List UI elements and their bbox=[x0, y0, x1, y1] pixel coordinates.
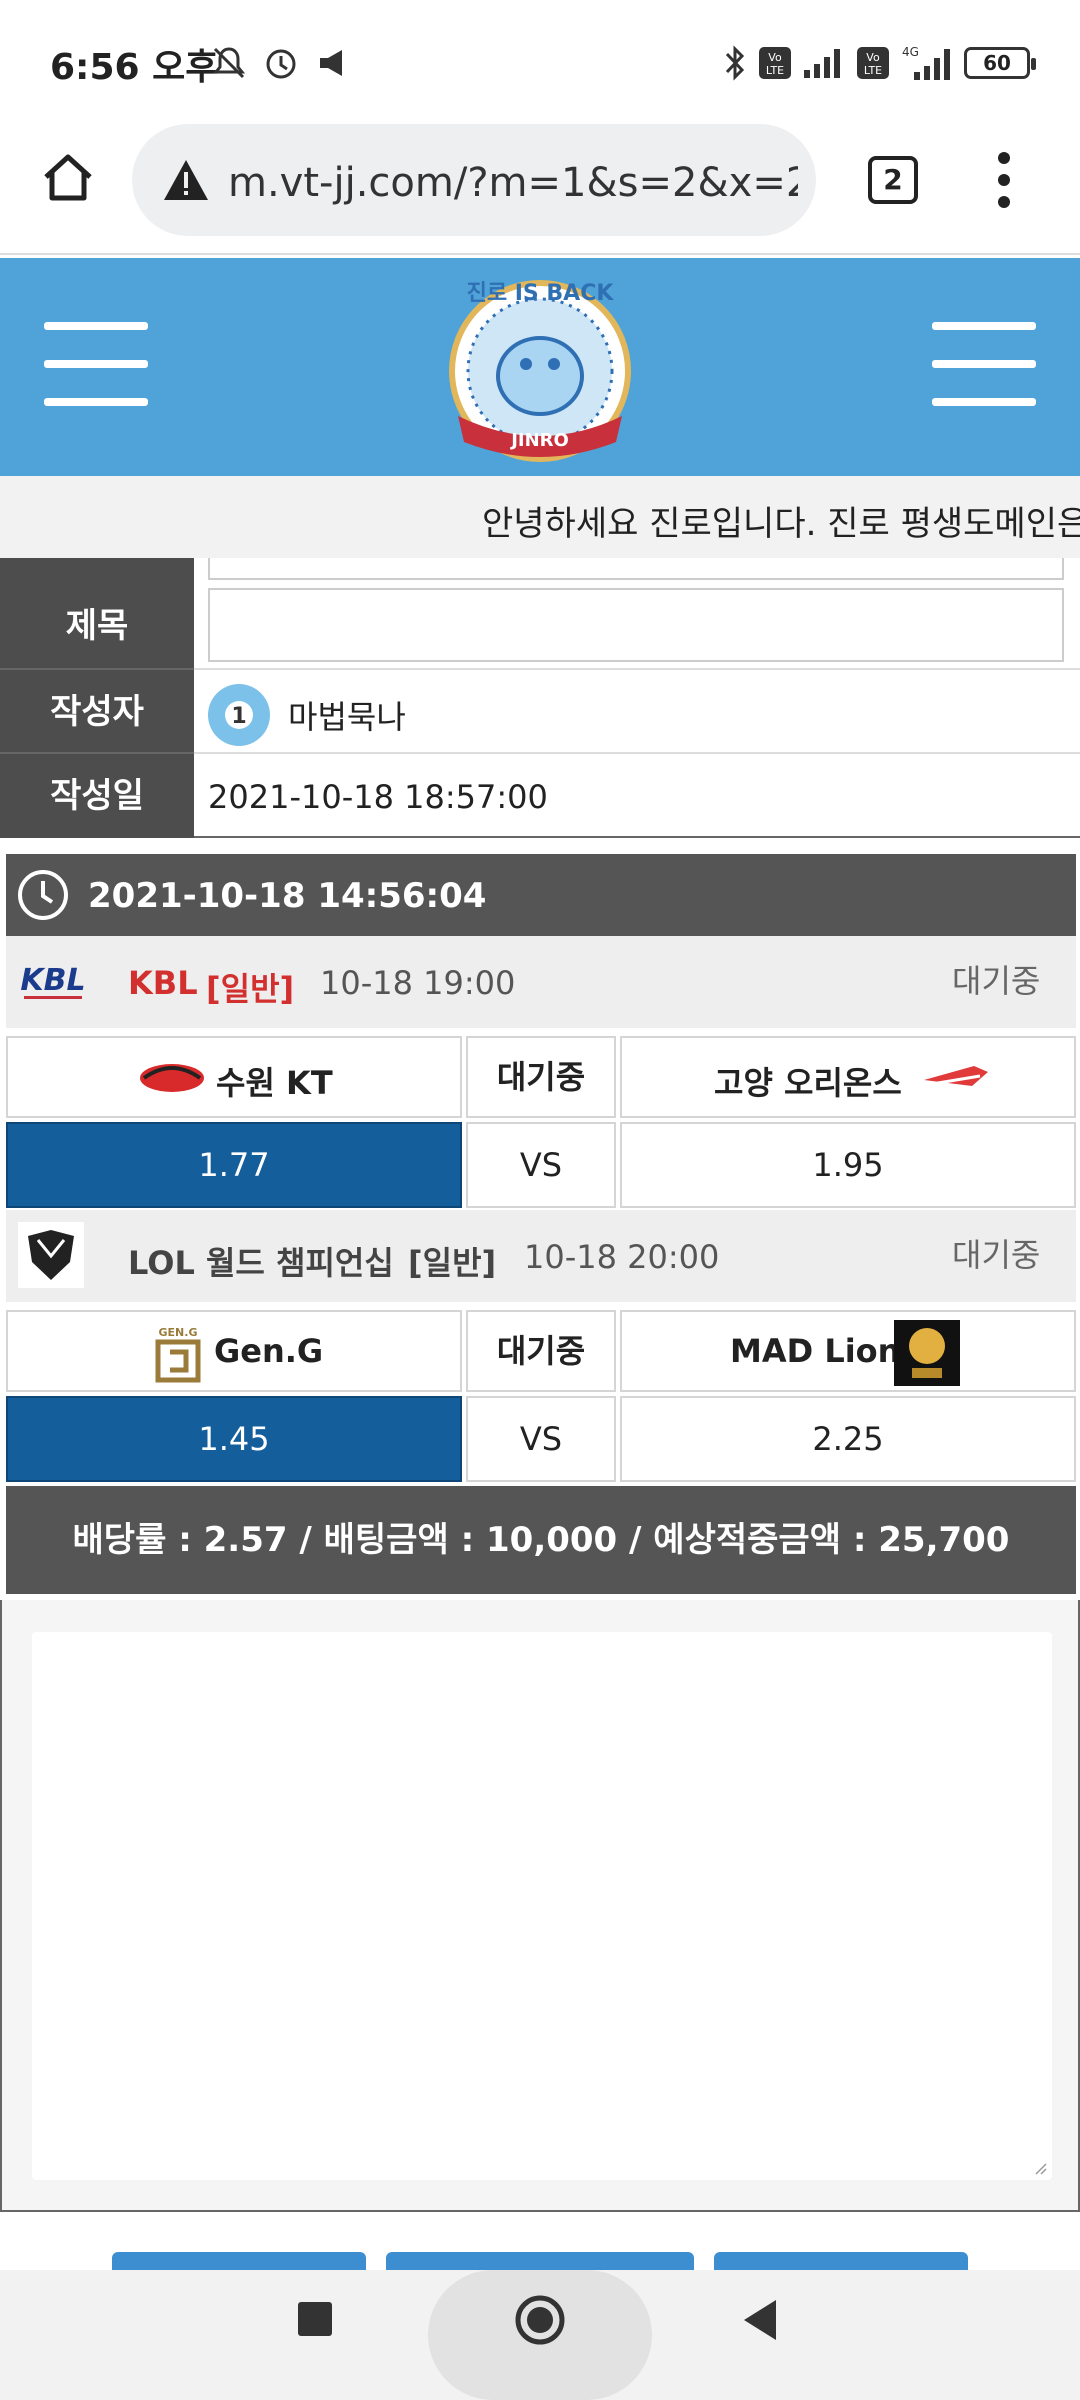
home-odds-button[interactable]: 1.45 bbox=[6, 1396, 462, 1482]
game-time: 10-18 20:00 bbox=[524, 1238, 720, 1276]
battery-level: 60 bbox=[983, 51, 1011, 75]
post-date: 2021-10-18 18:57:00 bbox=[208, 778, 548, 816]
away-team-name: MAD Lions bbox=[730, 1332, 920, 1370]
volte-icon: VoLTE bbox=[857, 47, 889, 79]
game-status: 대기중 bbox=[952, 962, 1041, 1000]
url-text: m.vt-jj.com/?m=1&s=2&x=28 bbox=[228, 160, 798, 206]
home-team-cell: 수원 KT bbox=[6, 1036, 462, 1118]
kbl-logo-text: KBL bbox=[20, 963, 85, 998]
comment-section bbox=[0, 1600, 1080, 2212]
mad-lions-logo-icon bbox=[894, 1320, 960, 1386]
middle-status-cell: 대기중 bbox=[466, 1036, 616, 1118]
address-bar[interactable]: m.vt-jj.com/?m=1&s=2&x=28 bbox=[132, 124, 816, 236]
bluetooth-icon bbox=[725, 45, 745, 81]
mute-icon bbox=[212, 47, 246, 79]
author-row: 1 마법묵나 bbox=[194, 670, 1080, 754]
suwon-kt-logo-icon bbox=[140, 1064, 204, 1092]
system-nav-bar bbox=[0, 2270, 1080, 2400]
middle-status-cell: 대기중 bbox=[466, 1310, 616, 1392]
game-header: KBL KBL [일반] 10-18 19:00 대기중 bbox=[6, 936, 1076, 1028]
action-button[interactable] bbox=[714, 2252, 968, 2270]
game-type: [일반] bbox=[408, 1244, 497, 1282]
svg-text:GEN.G: GEN.G bbox=[159, 1326, 198, 1339]
league-name: LOL 월드 챔피언십 bbox=[128, 1244, 394, 1282]
date-row: 2021-10-18 18:57:00 bbox=[194, 754, 1080, 838]
4g-signal-icon: 4G bbox=[902, 45, 950, 80]
svg-text:LTE: LTE bbox=[864, 64, 882, 77]
away-odds-button[interactable]: 1.95 bbox=[620, 1122, 1076, 1208]
signal-icon bbox=[804, 49, 840, 78]
left-menu-icon[interactable] bbox=[44, 316, 148, 408]
author-name[interactable]: 마법묵나 bbox=[288, 692, 406, 738]
action-button[interactable] bbox=[112, 2252, 366, 2270]
back-icon[interactable] bbox=[740, 2298, 780, 2342]
league-name: KBL bbox=[128, 964, 198, 1002]
home-nav-icon[interactable] bbox=[514, 2294, 566, 2346]
author-label: 작성자 bbox=[0, 670, 194, 754]
recent-apps-icon[interactable] bbox=[298, 2302, 332, 2336]
jinro-logo-icon: JINRO 진로 IS BACK bbox=[449, 280, 631, 462]
home-icon[interactable] bbox=[40, 150, 96, 206]
logo-banner-text: JINRO bbox=[509, 430, 569, 451]
away-team-name: 고양 오리온스 bbox=[714, 1064, 902, 1102]
right-menu-icon[interactable] bbox=[932, 316, 1036, 408]
alarm-icon bbox=[266, 49, 296, 79]
away-team-cell: MAD Lions bbox=[620, 1310, 1076, 1392]
home-team-cell: GEN.G Gen.G bbox=[6, 1310, 462, 1392]
marquee-text: 안녕하세요 진로입니다. 진로 평생도메인은 bbox=[482, 504, 1080, 544]
more-options-icon[interactable] bbox=[994, 150, 1014, 210]
home-team-name: 수원 KT bbox=[216, 1064, 333, 1102]
svg-text:4G: 4G bbox=[902, 45, 919, 59]
game-time: 10-18 19:00 bbox=[320, 964, 516, 1002]
megaphone-icon bbox=[320, 50, 342, 76]
comment-textarea[interactable] bbox=[32, 1632, 1052, 2180]
home-team-name: Gen.G bbox=[214, 1332, 324, 1370]
warning-icon bbox=[164, 160, 208, 200]
vs-label: VS bbox=[466, 1122, 616, 1208]
worlds-logo-icon bbox=[18, 1222, 84, 1288]
vs-label: VS bbox=[466, 1396, 616, 1482]
clock-icon bbox=[18, 870, 68, 920]
title-label: 제목 bbox=[0, 582, 194, 670]
title-row bbox=[194, 582, 1080, 670]
logo-top-text: 진로 IS BACK bbox=[467, 281, 615, 306]
battery-icon: 60 bbox=[964, 47, 1036, 79]
betslip-timestamp: 2021-10-18 14:56:04 bbox=[88, 876, 487, 916]
date-label: 작성일 bbox=[0, 754, 194, 838]
betslip-header: 2021-10-18 14:56:04 bbox=[6, 854, 1076, 936]
resize-handle-icon[interactable] bbox=[1034, 2162, 1048, 2176]
browser-toolbar: m.vt-jj.com/?m=1&s=2&x=28 2 bbox=[0, 120, 1080, 255]
svg-text:LTE: LTE bbox=[766, 64, 784, 77]
orions-logo-icon bbox=[924, 1066, 988, 1086]
title-input[interactable] bbox=[208, 588, 1064, 662]
away-odds-button[interactable]: 2.25 bbox=[620, 1396, 1076, 1482]
site-header: JINRO 진로 IS BACK bbox=[0, 258, 1080, 476]
tab-switcher-button[interactable]: 2 bbox=[868, 156, 918, 204]
away-team-cell: 고양 오리온스 bbox=[620, 1036, 1076, 1118]
notice-marquee: 안녕하세요 진로입니다. 진로 평생도메인은 bbox=[0, 476, 1080, 558]
level-number: 1 bbox=[231, 704, 246, 729]
kbl-logo-icon: KBL bbox=[20, 963, 86, 999]
action-button[interactable] bbox=[386, 2252, 694, 2270]
bet-summary: 배당률 : 2.57 / 배팅금액 : 10,000 / 예상적중금액 : 25… bbox=[6, 1486, 1076, 1594]
info-top-remnant bbox=[0, 558, 1080, 582]
site-logo[interactable]: JINRO 진로 IS BACK bbox=[430, 266, 650, 476]
status-time: 6:56 오후 bbox=[50, 47, 219, 88]
level-badge-icon: 1 bbox=[208, 684, 270, 746]
home-odds-button[interactable]: 1.77 bbox=[6, 1122, 462, 1208]
svg-text:Vo: Vo bbox=[768, 51, 782, 64]
status-bar: 6:56 오후 Vo LTE Vo LTE 4G 60 bbox=[0, 0, 1080, 120]
game-status: 대기중 bbox=[952, 1236, 1041, 1274]
volte-icon: VoLTE bbox=[759, 47, 791, 79]
game-type: [일반] bbox=[206, 970, 295, 1008]
svg-text:Vo: Vo bbox=[866, 51, 880, 64]
geng-logo-icon: GEN.G bbox=[155, 1326, 201, 1383]
game-header: LOL 월드 챔피언십 [일반] 10-18 20:00 대기중 bbox=[6, 1210, 1076, 1302]
